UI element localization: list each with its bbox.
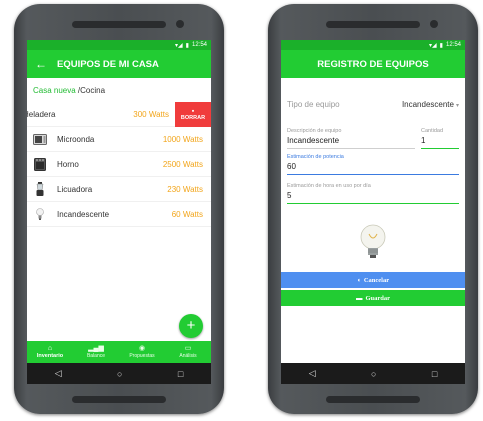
nav-item-analisis[interactable]: ▭ Análisis xyxy=(165,341,211,363)
breadcrumb: Casa nueva /Cocina xyxy=(27,78,211,102)
app-bar: REGISTRO DE EQUIPOS xyxy=(281,50,465,78)
nav-item-inventario[interactable]: ⌂ Inventario xyxy=(27,341,73,363)
status-time: 12:54 xyxy=(191,42,207,48)
back-arrow-icon[interactable]: ← xyxy=(35,57,57,71)
nav-item-balance[interactable]: ▂▄▆ Balance xyxy=(73,341,119,363)
oven-icon xyxy=(33,157,47,171)
nav-label: Propuestas xyxy=(129,353,155,359)
app-bar: ← EQUIPOS DE MI CASA xyxy=(27,50,211,78)
quantity-field[interactable]: 1 xyxy=(421,134,459,149)
stage: ▾◢ ▮ 12:54 ← EQUIPOS DE MI CASA Casa nue… xyxy=(0,0,483,421)
item-watts: 2500 Watts xyxy=(162,159,203,169)
battery-icon: ▮ xyxy=(185,42,189,49)
system-recent-icon[interactable]: □ xyxy=(178,369,183,379)
speaker-grille xyxy=(72,396,166,403)
system-back-icon[interactable]: ◁ xyxy=(309,368,316,379)
item-name: Horno xyxy=(57,159,79,169)
status-bar: ▾◢ ▮ 12:54 xyxy=(27,40,211,50)
hours-field[interactable]: 5 xyxy=(287,189,459,204)
save-icon: ▬ xyxy=(355,294,363,302)
system-recent-icon[interactable]: □ xyxy=(432,369,437,379)
signal-icon: ▾◢ xyxy=(429,42,437,49)
chevron-down-icon: ▾ xyxy=(455,102,459,109)
trash-icon: ▪ xyxy=(191,107,195,115)
cancel-label: Cancelar xyxy=(363,276,390,284)
nav-item-propuestas[interactable]: ◉ Propuestas xyxy=(119,341,165,363)
power-field-block: Estimación de potencia 60 xyxy=(287,154,459,175)
system-navigation-bar: ◁ ○ □ xyxy=(27,363,211,384)
system-home-icon[interactable]: ○ xyxy=(117,369,122,379)
registration-screen: ▾◢ ▮ 12:54 REGISTRO DE EQUIPOS Tipo de e… xyxy=(281,40,465,384)
page-title: EQUIPOS DE MI CASA xyxy=(57,58,159,70)
item-name: Heladera xyxy=(27,109,56,119)
nav-label: Análisis xyxy=(179,353,197,359)
hours-field-block: Estimación de hora en uso por día 5 xyxy=(287,183,459,204)
save-label: Guardar xyxy=(365,294,391,302)
power-field[interactable]: 60 xyxy=(287,160,459,175)
page-title: REGISTRO DE EQUIPOS xyxy=(317,58,429,70)
item-name: Microonda xyxy=(57,134,95,144)
item-watts: 60 Watts xyxy=(171,209,203,219)
camera-icon xyxy=(176,20,184,28)
calendar-icon: ▭ xyxy=(184,345,192,352)
item-watts: 1000 Watts xyxy=(162,134,203,144)
add-item-button[interactable]: + xyxy=(179,314,203,338)
speaker-grille xyxy=(326,21,420,28)
camera-icon xyxy=(430,20,438,28)
inventory-screen: ▾◢ ▮ 12:54 ← EQUIPOS DE MI CASA Casa nue… xyxy=(27,40,211,384)
equipment-type-select[interactable]: Tipo de equipo Incandescente ▾ xyxy=(287,94,459,114)
phone-right: ▾◢ ▮ 12:54 REGISTRO DE EQUIPOS Tipo de e… xyxy=(268,4,478,414)
signal-icon: ▾◢ xyxy=(175,42,183,49)
phone-left: ▾◢ ▮ 12:54 ← EQUIPOS DE MI CASA Casa nue… xyxy=(14,4,224,414)
list-item-incandescente[interactable]: Incandescente 60 Watts xyxy=(27,202,211,227)
list-item-horno[interactable]: Horno 2500 Watts xyxy=(27,152,211,177)
item-watts: 230 Watts xyxy=(167,184,203,194)
microwave-icon xyxy=(33,132,47,146)
speaker-grille xyxy=(326,396,420,403)
bulb-icon xyxy=(33,207,47,221)
description-quantity-row: Descripción de equipo Incandescente Cant… xyxy=(287,128,459,149)
save-button[interactable]: ▬ Guardar xyxy=(281,290,465,306)
breadcrumb-current: Cocina xyxy=(80,86,106,95)
nav-label: Balance xyxy=(86,353,106,359)
list-item-heladera[interactable]: Heladera 300 Watts ▪ BORRAR xyxy=(27,101,211,127)
type-value: Incandescente xyxy=(401,99,454,109)
cancel-icon: ◖ xyxy=(356,276,361,284)
type-label: Tipo de equipo xyxy=(287,99,340,109)
list-item-microonda[interactable]: Microonda 1000 Watts xyxy=(27,127,211,152)
item-name: Incandescente xyxy=(57,209,110,219)
breadcrumb-link-house[interactable]: Casa nueva xyxy=(33,86,76,95)
speaker-grille xyxy=(72,21,166,28)
system-home-icon[interactable]: ○ xyxy=(371,369,376,379)
status-bar: ▾◢ ▮ 12:54 xyxy=(281,40,465,50)
battery-icon: ▮ xyxy=(439,42,443,49)
item-name: Licuadora xyxy=(57,184,93,194)
description-field[interactable]: Incandescente xyxy=(287,134,415,149)
bars-icon: ▂▄▆ xyxy=(88,345,104,352)
delete-button[interactable]: ▪ BORRAR xyxy=(175,101,211,127)
equipment-form: Tipo de equipo Incandescente ▾ Descripció… xyxy=(281,94,465,262)
list-item-licuadora[interactable]: Licuadora 230 Watts xyxy=(27,177,211,202)
delete-label: BORRAR xyxy=(180,114,206,121)
blender-icon xyxy=(33,182,47,196)
nav-label: Inventario xyxy=(36,353,64,359)
system-navigation-bar: ◁ ○ □ xyxy=(281,363,465,384)
coins-icon: ◉ xyxy=(138,345,146,352)
bottom-navigation: ⌂ Inventario ▂▄▆ Balance ◉ Propuestas ▭ … xyxy=(27,341,211,363)
item-watts: 300 Watts xyxy=(133,109,169,119)
home-icon: ⌂ xyxy=(47,345,53,352)
status-time: 12:54 xyxy=(445,42,461,48)
system-back-icon[interactable]: ◁ xyxy=(55,368,62,379)
cancel-button[interactable]: ◖ Cancelar xyxy=(281,272,465,288)
bulb-illustration-icon xyxy=(287,222,459,262)
